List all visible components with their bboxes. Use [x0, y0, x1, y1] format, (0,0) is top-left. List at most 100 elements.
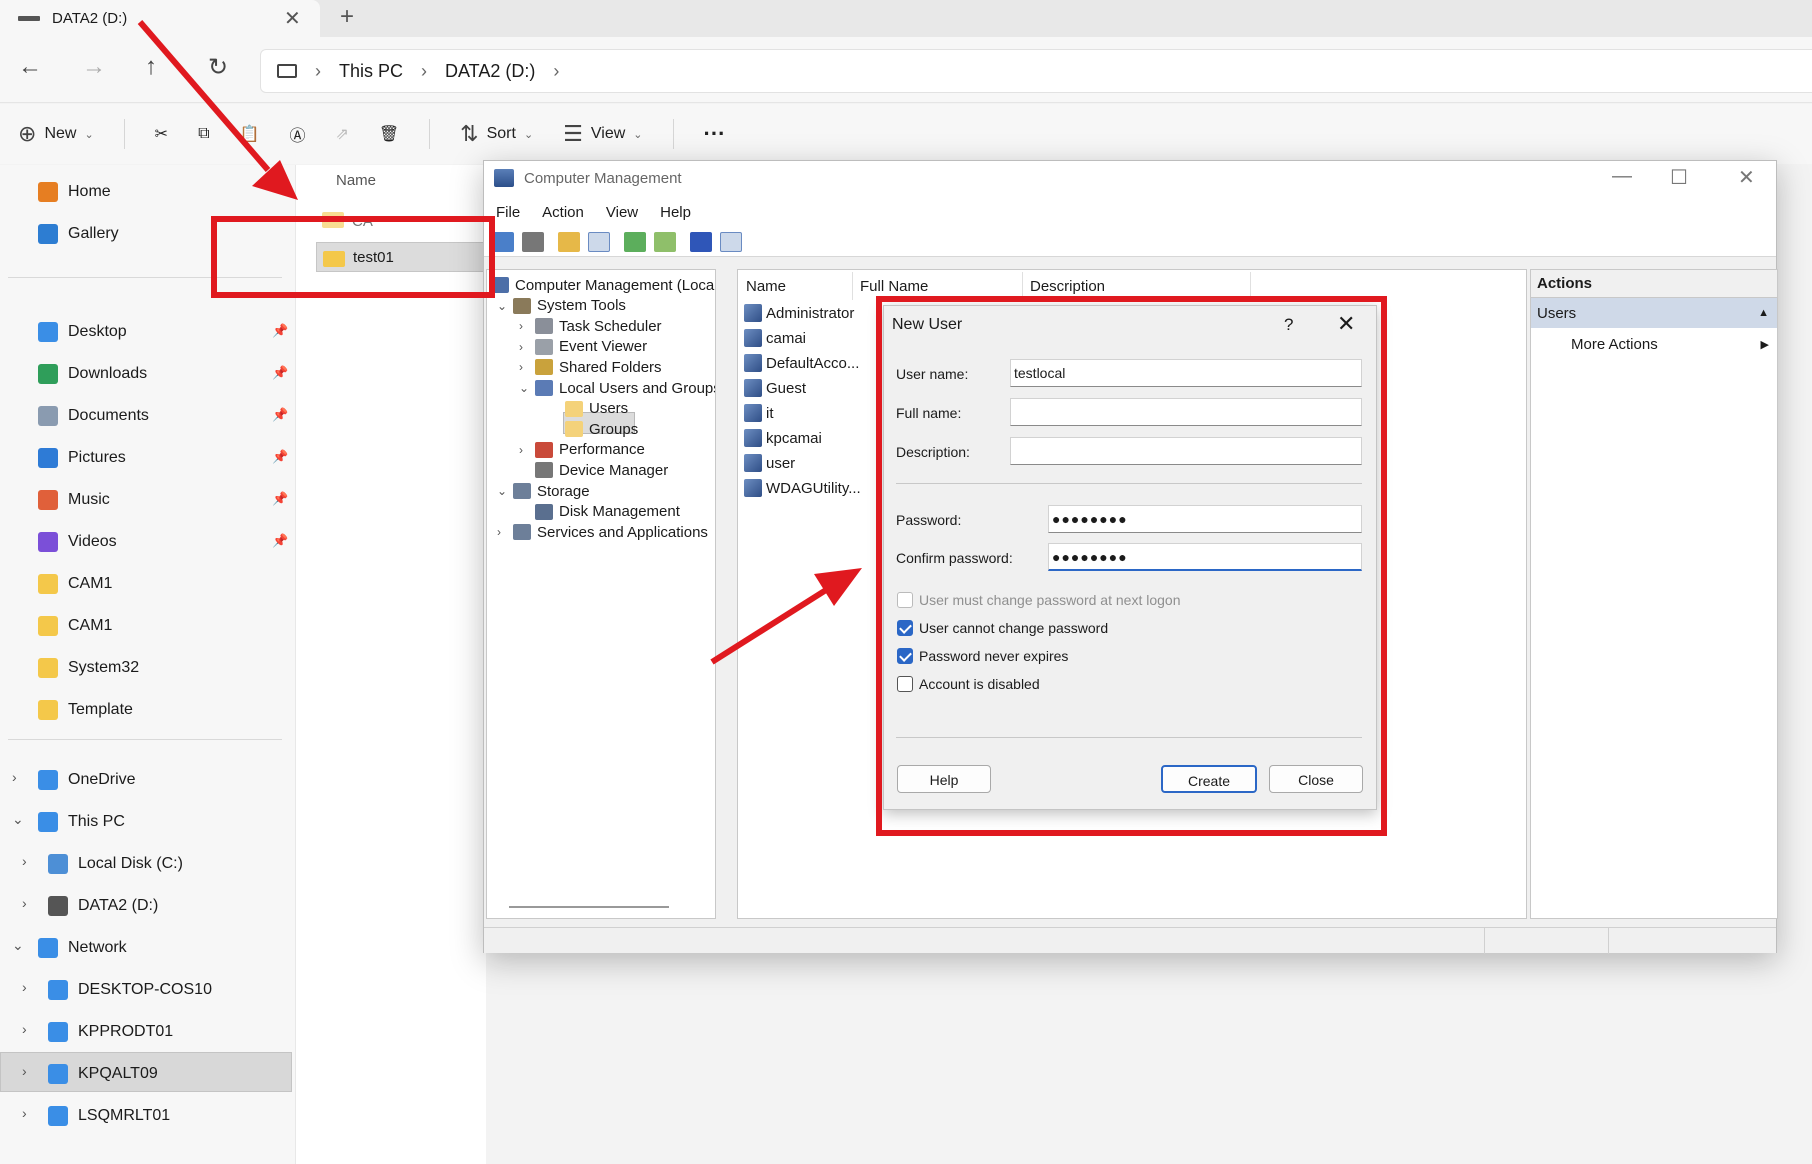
menu-file[interactable]: File	[496, 204, 520, 221]
sidebar-item[interactable]: Template	[38, 695, 133, 725]
refresh-icon[interactable]	[624, 231, 646, 252]
expand-chevron-icon[interactable]: ⌄	[12, 937, 24, 954]
expand-chevron-icon[interactable]: ›	[22, 1021, 27, 1037]
user-row[interactable]: camai	[744, 327, 806, 349]
tree-node[interactable]: Disk Management	[535, 501, 680, 523]
tree-node[interactable]: Task Scheduler	[535, 315, 662, 337]
expand-chevron-icon[interactable]: ›	[22, 979, 27, 995]
close-icon[interactable]: ✕	[1738, 165, 1755, 190]
tree-expand-icon[interactable]: ⌄	[519, 381, 529, 395]
user-row[interactable]: it	[744, 402, 774, 424]
horizontal-scrollbar[interactable]	[509, 906, 669, 908]
sidebar-tree-item[interactable]: This PC	[38, 807, 125, 837]
show-hide-tree-icon[interactable]	[588, 231, 610, 252]
user-row[interactable]: kpcamai	[744, 427, 822, 449]
share-icon[interactable]: ⇗	[335, 124, 348, 144]
address-bar[interactable]: › This PC › DATA2 (D:) ›	[260, 49, 1812, 93]
show-hide-action-pane-icon[interactable]	[720, 231, 742, 252]
up-folder-icon[interactable]	[558, 231, 580, 252]
expand-chevron-icon[interactable]: ›	[22, 1105, 27, 1121]
sidebar-item[interactable]: CAM1	[38, 569, 112, 599]
pin-icon[interactable]: 📌	[272, 491, 288, 507]
new-tab-button[interactable]: +	[340, 3, 354, 31]
user-row[interactable]: Administrator	[744, 302, 854, 324]
menu-help[interactable]: Help	[660, 204, 691, 221]
column-header-name[interactable]: Name	[336, 172, 376, 189]
tree-expand-icon[interactable]: ›	[519, 319, 523, 333]
sidebar-item[interactable]: Music	[38, 485, 110, 515]
sidebar-item[interactable]: Desktop	[38, 317, 127, 347]
column-header-description[interactable]: Description	[1030, 278, 1105, 295]
user-row[interactable]: WDAGUtility...	[744, 477, 861, 499]
tree-node[interactable]: Shared Folders	[535, 356, 662, 378]
sidebar-item[interactable]: CAM1	[38, 611, 112, 641]
sidebar-tree-item[interactable]: OneDrive	[38, 765, 136, 795]
sidebar-item[interactable]: Videos	[38, 527, 117, 557]
column-header-name[interactable]: Name	[746, 278, 786, 295]
tab-close-icon[interactable]: ✕	[284, 6, 301, 31]
tree-expand-icon[interactable]: ›	[519, 443, 523, 457]
refresh-icon[interactable]: ↻	[208, 53, 228, 82]
back-icon[interactable]	[492, 231, 514, 252]
sidebar-tree-item[interactable]: KPQALT09	[48, 1059, 158, 1089]
sidebar-tree-item[interactable]: LSQMRLT01	[48, 1101, 170, 1131]
tree-node[interactable]: Groups	[565, 418, 638, 440]
breadcrumb-separator[interactable]: ›	[553, 61, 559, 82]
tab-data2[interactable]: DATA2 (D:) ✕	[0, 0, 320, 37]
tree-expand-icon[interactable]: ›	[519, 340, 523, 354]
tree-node[interactable]: Services and Applications	[513, 521, 708, 543]
export-list-icon[interactable]	[654, 231, 676, 252]
copy-icon[interactable]: ⧉	[198, 125, 209, 143]
breadcrumb-this-pc[interactable]: This PC	[339, 61, 403, 82]
user-row[interactable]: Guest	[744, 377, 806, 399]
tree-node[interactable]: Computer Management (Local	[491, 274, 715, 296]
tree-node[interactable]: Users	[565, 398, 628, 420]
delete-icon[interactable]: 🗑	[379, 124, 399, 144]
tree-node[interactable]: Performance	[535, 439, 645, 461]
expand-chevron-icon[interactable]: ›	[22, 895, 27, 911]
actions-section-users[interactable]: Users ▲	[1531, 298, 1777, 328]
forward-icon[interactable]	[522, 231, 544, 252]
new-button[interactable]: ⊕ New ⌄	[18, 121, 94, 147]
pin-icon[interactable]: 📌	[272, 323, 288, 339]
sidebar-item[interactable]: Pictures	[38, 443, 126, 473]
tree-expand-icon[interactable]: ⌄	[497, 484, 507, 498]
sidebar-item-home[interactable]: Home	[38, 177, 111, 207]
back-arrow-icon[interactable]: ←	[18, 53, 42, 81]
pin-icon[interactable]: 📌	[272, 407, 288, 423]
maximize-icon[interactable]: ☐	[1670, 165, 1688, 190]
tree-node[interactable]: Local Users and Groups	[535, 377, 715, 399]
sidebar-tree-item[interactable]: Local Disk (C:)	[48, 849, 183, 879]
sidebar-tree-item[interactable]: KPPRODT01	[48, 1017, 173, 1047]
menu-view[interactable]: View	[606, 204, 638, 221]
tree-expand-icon[interactable]: ›	[519, 360, 523, 374]
expand-chevron-icon[interactable]: ⌄	[12, 811, 24, 828]
tree-node[interactable]: Device Manager	[535, 459, 668, 481]
pin-icon[interactable]: 📌	[272, 365, 288, 381]
user-row[interactable]: DefaultAcco...	[744, 352, 859, 374]
sidebar-item[interactable]: Downloads	[38, 359, 147, 389]
pin-icon[interactable]: 📌	[272, 449, 288, 465]
tree-node[interactable]: System Tools	[513, 295, 626, 317]
sidebar-tree-item[interactable]: DATA2 (D:)	[48, 891, 158, 921]
tree-node[interactable]: Storage	[513, 480, 590, 502]
sidebar-tree-item[interactable]: Network	[38, 933, 127, 963]
column-header-full-name[interactable]: Full Name	[860, 278, 928, 295]
sort-button[interactable]: ⇅ Sort ⌄	[460, 121, 533, 147]
rename-icon[interactable]: Ⓐ	[289, 122, 305, 146]
breadcrumb-data2[interactable]: DATA2 (D:)	[445, 61, 535, 82]
help-icon[interactable]	[690, 231, 712, 252]
paste-icon[interactable]: 📋	[240, 124, 260, 144]
expand-chevron-icon[interactable]: ›	[22, 1063, 27, 1079]
up-arrow-icon[interactable]: ↑	[145, 53, 157, 81]
view-button[interactable]: ☰ View ⌄	[563, 121, 642, 147]
sidebar-tree-item[interactable]: DESKTOP-COS10	[48, 975, 212, 1005]
tree-expand-icon[interactable]: ⌄	[497, 299, 507, 313]
minimize-icon[interactable]: —	[1612, 165, 1632, 188]
tree-node[interactable]: Event Viewer	[535, 336, 647, 358]
sidebar-item-gallery[interactable]: Gallery	[38, 219, 119, 249]
forward-arrow-icon[interactable]: →	[82, 53, 106, 81]
more-actions-link[interactable]: More Actions	[1571, 336, 1658, 353]
expand-chevron-icon[interactable]: ›	[12, 769, 17, 785]
expand-chevron-icon[interactable]: ›	[22, 853, 27, 869]
